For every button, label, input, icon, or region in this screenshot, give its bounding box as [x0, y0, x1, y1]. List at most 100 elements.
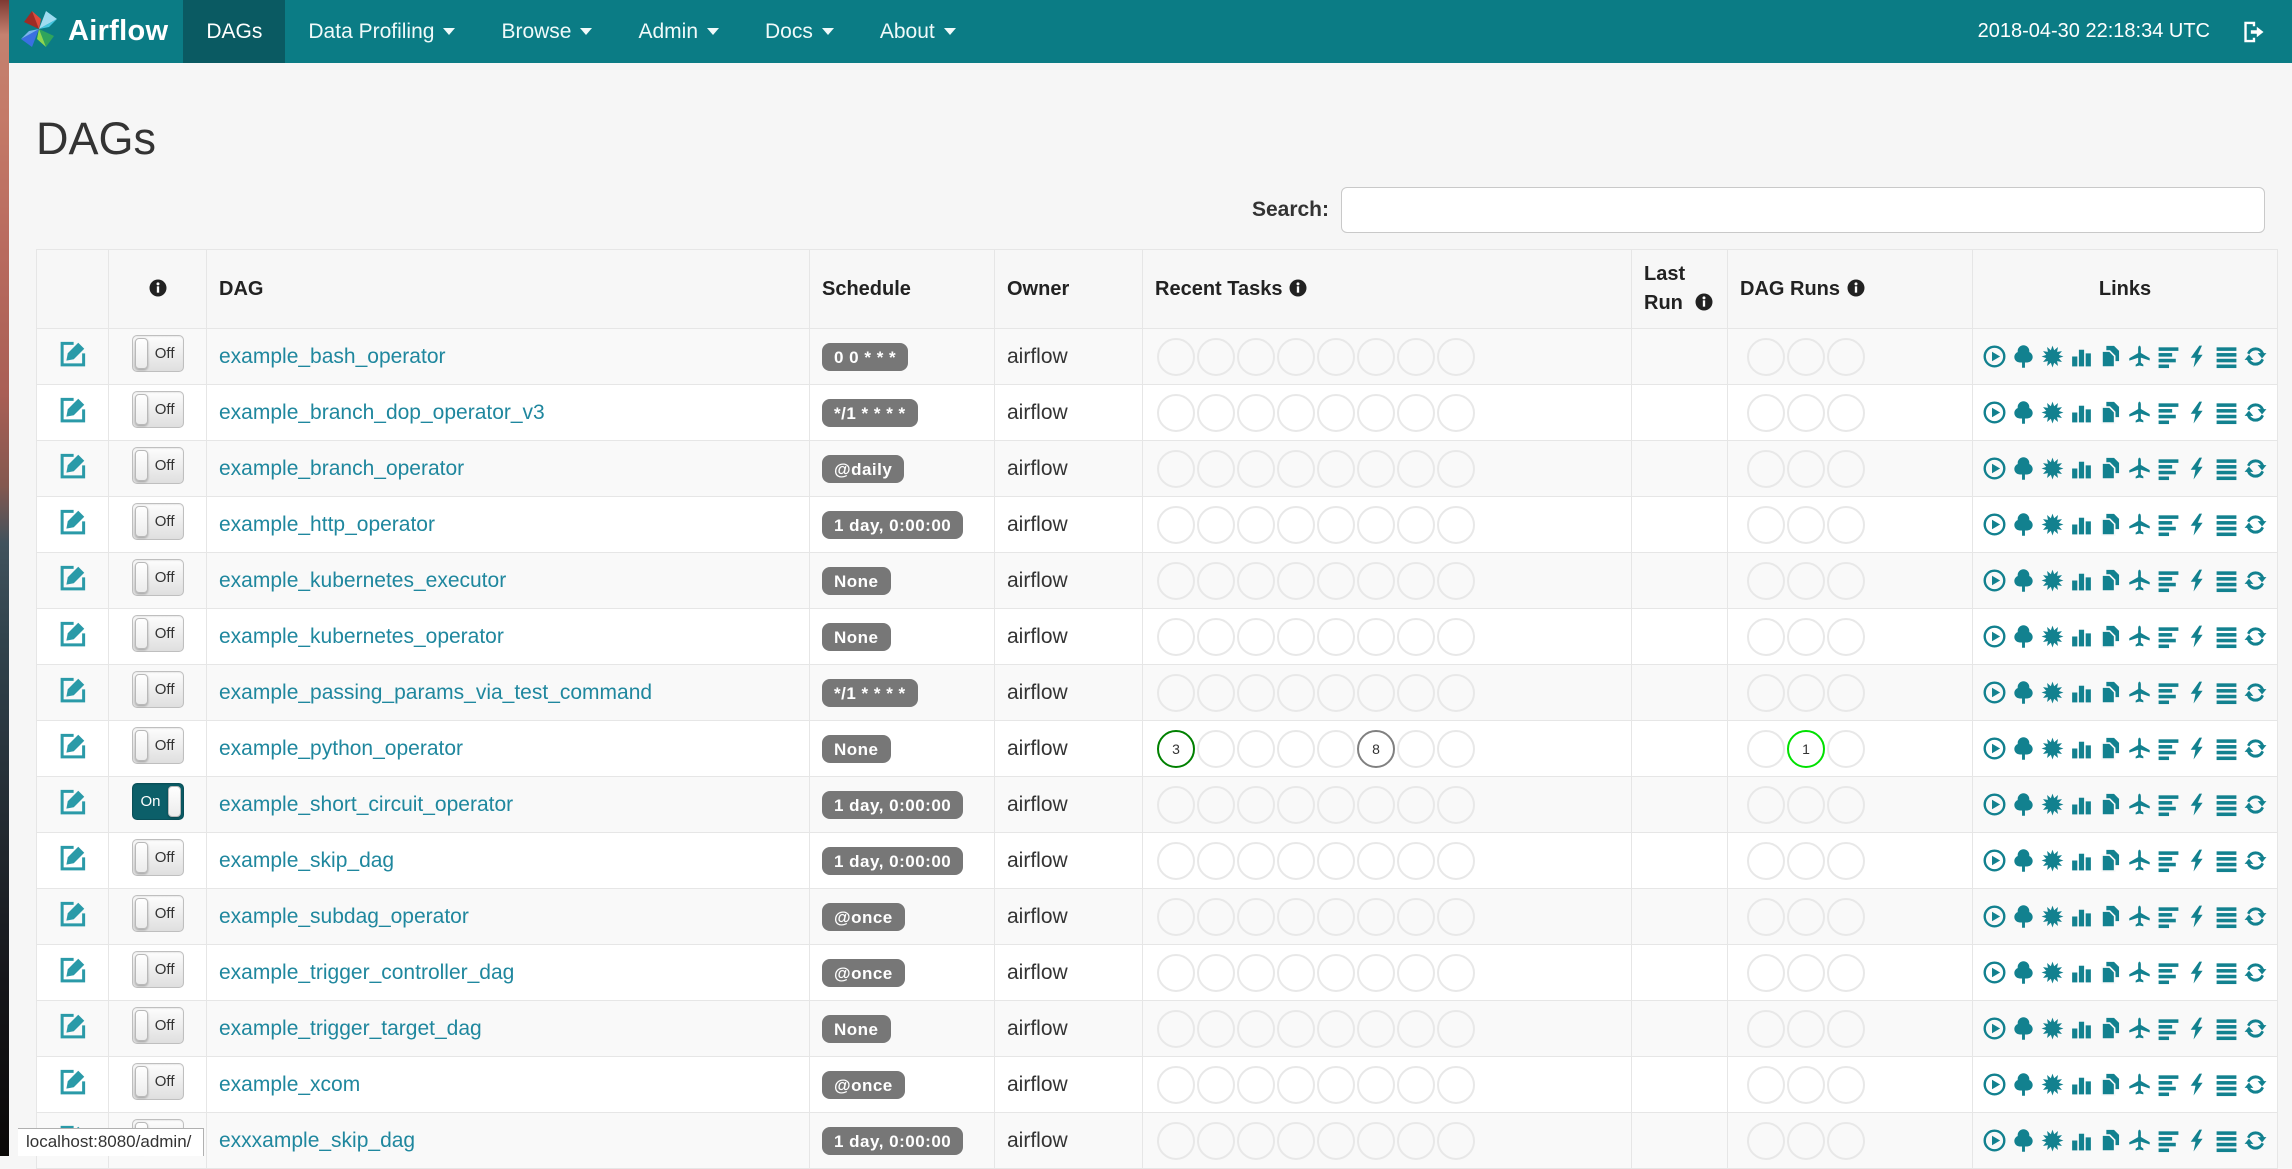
recent-task-circle[interactable]	[1277, 617, 1315, 656]
dag-link[interactable]: example_short_circuit_operator	[219, 793, 513, 816]
dag-run-circle[interactable]	[1747, 561, 1785, 600]
recent-task-circle[interactable]	[1397, 1009, 1435, 1048]
recent-task-circle[interactable]	[1317, 673, 1355, 712]
task-tries-icon[interactable]	[2098, 456, 2123, 481]
tree-view-icon[interactable]	[2011, 904, 2036, 929]
gantt-icon[interactable]	[2156, 848, 2181, 873]
gantt-icon[interactable]	[2156, 904, 2181, 929]
edit-dag-button[interactable]	[58, 787, 88, 817]
recent-task-circle[interactable]	[1237, 785, 1275, 824]
dag-run-circle[interactable]	[1747, 337, 1785, 376]
refresh-icon[interactable]	[2243, 344, 2268, 369]
recent-task-circle[interactable]	[1197, 505, 1235, 544]
recent-task-circle[interactable]	[1317, 1009, 1355, 1048]
dag-run-circle[interactable]	[1827, 449, 1865, 488]
recent-task-circle[interactable]	[1317, 1065, 1355, 1104]
recent-task-circle[interactable]	[1317, 505, 1355, 544]
recent-task-circle[interactable]	[1437, 505, 1475, 544]
dag-pause-toggle[interactable]: Off	[131, 951, 184, 988]
logs-icon[interactable]	[2214, 792, 2239, 817]
recent-task-circle[interactable]	[1157, 1065, 1195, 1104]
task-tries-icon[interactable]	[2098, 1072, 2123, 1097]
refresh-icon[interactable]	[2243, 680, 2268, 705]
search-input[interactable]	[1341, 187, 2265, 233]
recent-task-circle[interactable]	[1277, 449, 1315, 488]
dag-run-circle[interactable]	[1747, 449, 1785, 488]
dag-link[interactable]: example_xcom	[219, 1073, 360, 1096]
logs-icon[interactable]	[2214, 904, 2239, 929]
trigger-dag-icon[interactable]	[1982, 344, 2007, 369]
trigger-dag-icon[interactable]	[1982, 848, 2007, 873]
dag-pause-toggle[interactable]: Off	[131, 1063, 184, 1100]
refresh-icon[interactable]	[2243, 624, 2268, 649]
edit-dag-button[interactable]	[58, 843, 88, 873]
recent-task-circle[interactable]	[1277, 337, 1315, 376]
gantt-icon[interactable]	[2156, 792, 2181, 817]
graph-view-icon[interactable]	[2040, 1072, 2065, 1097]
recent-task-circle[interactable]	[1237, 841, 1275, 880]
code-view-icon[interactable]	[2185, 792, 2210, 817]
task-duration-icon[interactable]	[2069, 400, 2094, 425]
recent-task-circle[interactable]	[1357, 841, 1395, 880]
recent-task-circle[interactable]	[1237, 617, 1275, 656]
dag-pause-toggle[interactable]: Off	[131, 671, 184, 708]
dag-link[interactable]: example_skip_dag	[219, 849, 394, 872]
recent-task-circle[interactable]	[1437, 1009, 1475, 1048]
graph-view-icon[interactable]	[2040, 792, 2065, 817]
recent-task-circle[interactable]	[1357, 1009, 1395, 1048]
dag-run-circle[interactable]	[1827, 505, 1865, 544]
edit-dag-button[interactable]	[58, 1067, 88, 1097]
edit-dag-button[interactable]	[58, 675, 88, 705]
recent-task-circle[interactable]	[1237, 673, 1275, 712]
recent-task-circle[interactable]	[1437, 1065, 1475, 1104]
logs-icon[interactable]	[2214, 960, 2239, 985]
dag-link[interactable]: exxxample_skip_dag	[219, 1129, 415, 1152]
dag-run-circle[interactable]	[1787, 617, 1825, 656]
trigger-dag-icon[interactable]	[1982, 680, 2007, 705]
code-view-icon[interactable]	[2185, 400, 2210, 425]
code-view-icon[interactable]	[2185, 736, 2210, 761]
refresh-icon[interactable]	[2243, 848, 2268, 873]
edit-dag-button[interactable]	[58, 395, 88, 425]
recent-task-circle[interactable]	[1317, 449, 1355, 488]
recent-task-circle[interactable]	[1157, 841, 1195, 880]
recent-task-circle[interactable]	[1277, 1009, 1315, 1048]
landing-times-icon[interactable]	[2127, 848, 2152, 873]
recent-task-circle[interactable]	[1157, 1121, 1195, 1160]
dag-pause-toggle[interactable]: Off	[131, 503, 184, 540]
nav-item-data-profiling[interactable]: Data Profiling	[285, 0, 478, 63]
dag-run-circle[interactable]	[1747, 785, 1785, 824]
code-view-icon[interactable]	[2185, 456, 2210, 481]
code-view-icon[interactable]	[2185, 848, 2210, 873]
gantt-icon[interactable]	[2156, 736, 2181, 761]
landing-times-icon[interactable]	[2127, 792, 2152, 817]
recent-task-circle[interactable]	[1157, 393, 1195, 432]
dag-run-circle[interactable]	[1827, 393, 1865, 432]
recent-task-circle[interactable]	[1197, 449, 1235, 488]
graph-view-icon[interactable]	[2040, 960, 2065, 985]
recent-task-circle[interactable]	[1237, 505, 1275, 544]
recent-task-circle[interactable]	[1197, 1009, 1235, 1048]
recent-task-circle[interactable]	[1197, 673, 1235, 712]
task-tries-icon[interactable]	[2098, 680, 2123, 705]
recent-task-circle[interactable]	[1197, 337, 1235, 376]
recent-task-circle[interactable]	[1237, 729, 1275, 768]
refresh-icon[interactable]	[2243, 736, 2268, 761]
recent-task-circle[interactable]	[1157, 673, 1195, 712]
recent-task-circle[interactable]	[1317, 897, 1355, 936]
logs-icon[interactable]	[2214, 568, 2239, 593]
dag-run-circle[interactable]	[1827, 841, 1865, 880]
nav-item-admin[interactable]: Admin	[615, 0, 742, 63]
recent-task-circle[interactable]	[1397, 617, 1435, 656]
code-view-icon[interactable]	[2185, 624, 2210, 649]
dag-link[interactable]: example_http_operator	[219, 513, 435, 536]
graph-view-icon[interactable]	[2040, 1016, 2065, 1041]
dag-run-circle[interactable]	[1787, 1009, 1825, 1048]
task-duration-icon[interactable]	[2069, 960, 2094, 985]
dag-link[interactable]: example_passing_params_via_test_command	[219, 681, 652, 704]
nav-item-about[interactable]: About	[857, 0, 979, 63]
recent-task-circle[interactable]	[1237, 953, 1275, 992]
graph-view-icon[interactable]	[2040, 512, 2065, 537]
recent-task-circle[interactable]	[1237, 449, 1275, 488]
recent-task-circle[interactable]	[1437, 673, 1475, 712]
